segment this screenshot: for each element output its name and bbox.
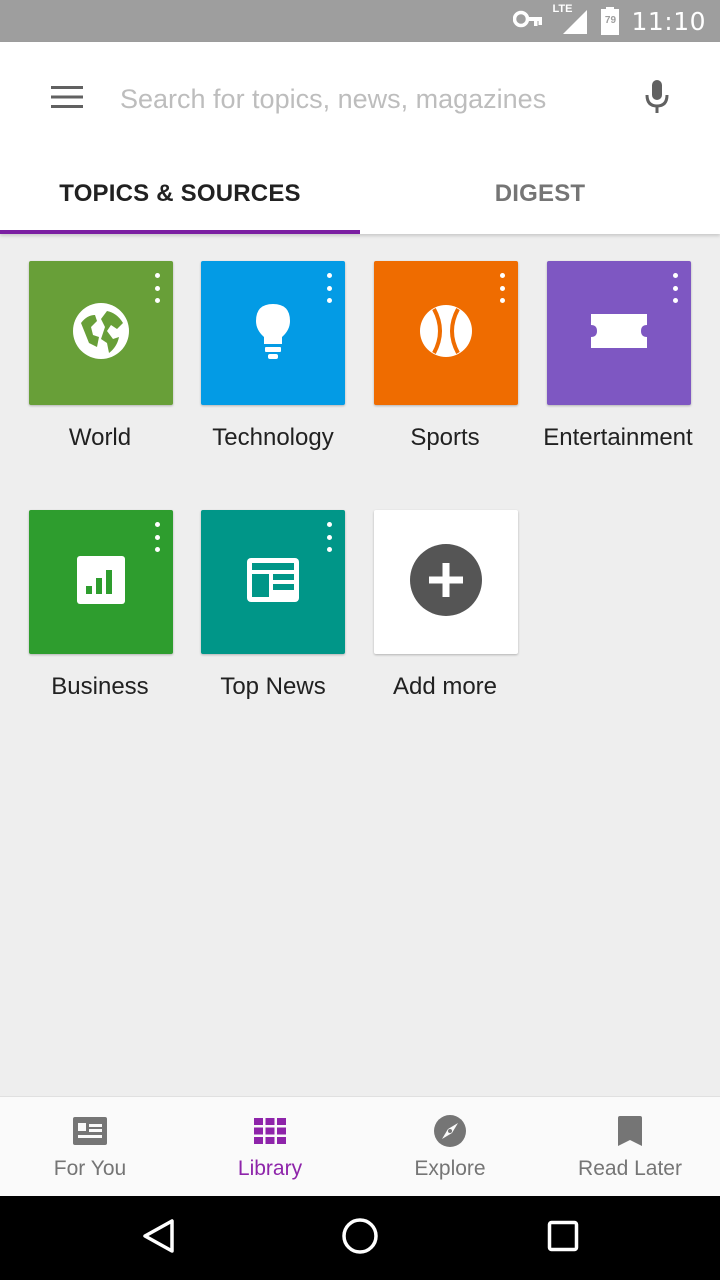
globe-icon <box>71 301 131 366</box>
nav-label-library: Library <box>237 1156 303 1180</box>
vpn-key-icon <box>513 10 543 33</box>
nav-library[interactable]: Library <box>180 1097 360 1196</box>
bookmark-icon <box>612 1113 648 1149</box>
more-options-icon[interactable] <box>667 273 683 303</box>
tab-digest[interactable]: DIGEST <box>360 154 720 234</box>
system-navigation-bar <box>0 1196 720 1280</box>
back-triangle-icon <box>141 1218 175 1259</box>
back-button[interactable] <box>136 1216 180 1260</box>
status-time: 11:10 <box>631 6 706 36</box>
more-options-icon[interactable] <box>149 273 165 303</box>
topic-tile-business[interactable] <box>29 510 173 654</box>
home-circle-icon <box>341 1217 379 1260</box>
topic-tile-technology[interactable] <box>201 261 345 405</box>
nav-read-later[interactable]: Read Later <box>540 1097 720 1196</box>
topic-label-business: Business <box>51 673 149 700</box>
tab-topics-sources[interactable]: TOPICS & SOURCES <box>0 154 360 234</box>
topic-tile-sports[interactable] <box>374 261 518 405</box>
voice-search-button[interactable] <box>634 76 680 122</box>
topic-label-sports: Sports <box>410 424 480 451</box>
plus-circle-icon <box>409 543 483 622</box>
ticket-icon <box>591 313 647 353</box>
ball-icon <box>418 303 474 364</box>
topic-tile-world[interactable] <box>29 261 173 405</box>
more-options-icon[interactable] <box>149 522 165 552</box>
add-more-tile[interactable] <box>374 510 518 654</box>
topic-tile-entertainment[interactable] <box>547 261 691 405</box>
app-bar: TOPICS & SOURCES DIGEST <box>0 42 720 234</box>
nav-label-explore: Explore <box>414 1156 486 1180</box>
home-button[interactable] <box>338 1216 382 1260</box>
status-bar: LTE 79 11:10 <box>0 0 720 42</box>
topic-label-entertainment: Entertainment <box>543 424 693 451</box>
battery-icon: 79 <box>601 7 620 35</box>
menu-button[interactable] <box>44 76 90 122</box>
nav-for-you[interactable]: For You <box>0 1097 180 1196</box>
hamburger-menu-icon <box>51 85 83 114</box>
search-input[interactable] <box>120 78 610 120</box>
topic-tile-top-news[interactable] <box>201 510 345 654</box>
library-grid-icon <box>252 1113 288 1149</box>
more-options-icon[interactable] <box>321 273 337 303</box>
lte-signal-icon: LTE <box>552 3 589 36</box>
tab-bar: TOPICS & SOURCES DIGEST <box>0 154 720 234</box>
lightbulb-icon <box>254 302 292 365</box>
more-options-icon[interactable] <box>321 522 337 552</box>
bottom-navigation: For You Library Explore Read Later <box>0 1096 720 1196</box>
network-label: LTE <box>552 3 573 15</box>
battery-level: 79 <box>604 15 617 26</box>
nav-label-read-later: Read Later <box>578 1156 682 1180</box>
topic-label-world: World <box>68 424 132 451</box>
bar-chart-icon <box>77 555 125 609</box>
nav-label-for-you: For You <box>53 1156 127 1180</box>
topic-label-technology: Technology <box>212 424 334 451</box>
more-options-icon[interactable] <box>494 273 510 303</box>
compass-icon <box>432 1113 468 1149</box>
topic-label-top-news: Top News <box>220 673 326 700</box>
newspaper-icon <box>247 557 299 607</box>
microphone-icon <box>644 79 670 119</box>
for-you-icon <box>72 1113 108 1149</box>
recents-button[interactable] <box>541 1216 585 1260</box>
nav-explore[interactable]: Explore <box>360 1097 540 1196</box>
recents-square-icon <box>547 1220 579 1257</box>
add-more-label: Add more <box>392 673 498 700</box>
